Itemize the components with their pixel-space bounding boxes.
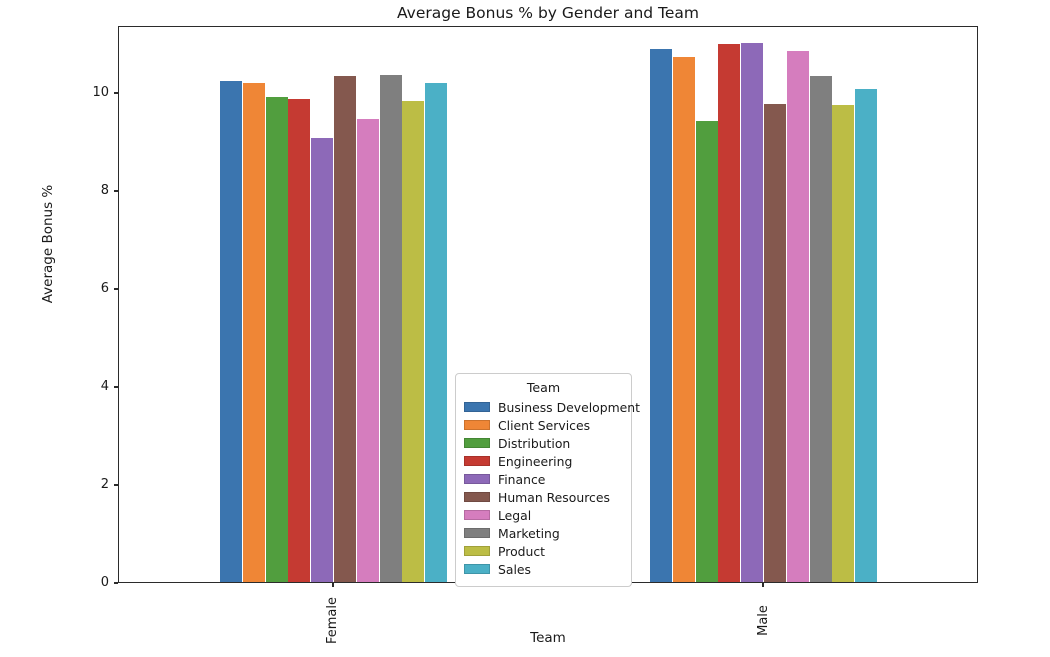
bar-female-product [402,100,425,582]
legend-entry-marketing[interactable]: Marketing [464,524,623,542]
y-axis-label: Average Bonus % [40,184,56,304]
bar-female-engineering [288,98,311,582]
y-tick-mark [114,386,118,388]
legend-swatch-icon [464,438,490,448]
bar-female-business-development [220,81,243,582]
bar-female-marketing [379,75,402,582]
y-tick-mark [114,288,118,290]
bar-male-finance [741,43,764,582]
y-tick-mark [114,582,118,584]
bar-male-client-services [672,57,695,582]
legend-swatch-icon [464,456,490,466]
legend-label: Client Services [498,417,591,433]
legend-label: Marketing [498,525,560,541]
legend-label: Sales [498,561,531,577]
legend-entry-client-services[interactable]: Client Services [464,416,623,434]
chart-title: Average Bonus % by Gender and Team [396,4,700,22]
legend-entry-business-development[interactable]: Business Development [464,398,640,416]
legend-label: Finance [498,471,546,487]
legend-entry-human-resources[interactable]: Human Resources [464,488,623,506]
legend-swatch-icon [464,510,490,520]
legend-label: Business Development [498,399,640,415]
legend-entry-sales[interactable]: Sales [464,560,623,578]
legend-swatch-icon [464,420,490,430]
matplotlib-figure: Average Bonus % by Gender and Team Avera… [0,0,1050,657]
legend-swatch-icon [464,546,490,556]
bar-male-human-resources [764,104,786,582]
x-tick-label: Male [713,591,813,636]
x-tick-mark [762,583,764,587]
legend-entry-product[interactable]: Product [464,542,623,560]
x-axis-label: Team [530,630,566,646]
y-tick-label: 8 [100,183,109,198]
legend-entry-finance[interactable]: Finance [464,470,623,488]
legend-entries: Business Development Client Services Distr… [464,398,640,578]
bar-male-legal [786,50,809,582]
legend-swatch-icon [464,402,490,412]
legend-entry-legal[interactable]: Legal [464,506,623,524]
legend-entry-engineering[interactable]: Engineering [464,452,623,470]
bar-male-engineering [718,44,741,582]
bar-female-distribution [265,96,288,582]
y-tick-label: 10 [92,85,109,100]
y-tick-mark [114,484,118,486]
y-tick-label: 0 [100,575,109,590]
legend-swatch-icon [464,528,490,538]
legend-entry-distribution[interactable]: Distribution [464,434,623,452]
x-tick-mark [332,583,334,587]
bar-female-human-resources [334,75,356,582]
bar-female-sales [425,82,448,582]
bar-female-finance [311,138,334,582]
legend-swatch-icon [464,492,490,502]
y-tick-mark [114,190,118,192]
y-tick-label: 6 [100,281,109,296]
bar-female-legal [356,119,379,582]
legend-swatch-icon [464,564,490,574]
bar-male-marketing [809,76,832,582]
y-tick-label: 4 [100,379,109,394]
legend-label: Engineering [498,453,573,469]
bar-female-client-services [242,83,265,582]
legend-label: Distribution [498,435,571,451]
legend-label: Product [498,543,546,559]
bar-male-product [832,104,855,582]
legend-label: Human Resources [498,489,610,505]
y-tick-mark [114,92,118,94]
bar-male-distribution [695,121,718,582]
legend-label: Legal [498,507,532,523]
bar-male-business-development [650,49,673,582]
bar-male-sales [855,89,878,582]
legend-swatch-icon [464,474,490,484]
legend: Team Business Development Client Services… [455,373,640,587]
legend-title: Team [526,380,561,395]
x-tick-label: Female [283,591,383,644]
y-tick-label: 2 [100,477,109,492]
